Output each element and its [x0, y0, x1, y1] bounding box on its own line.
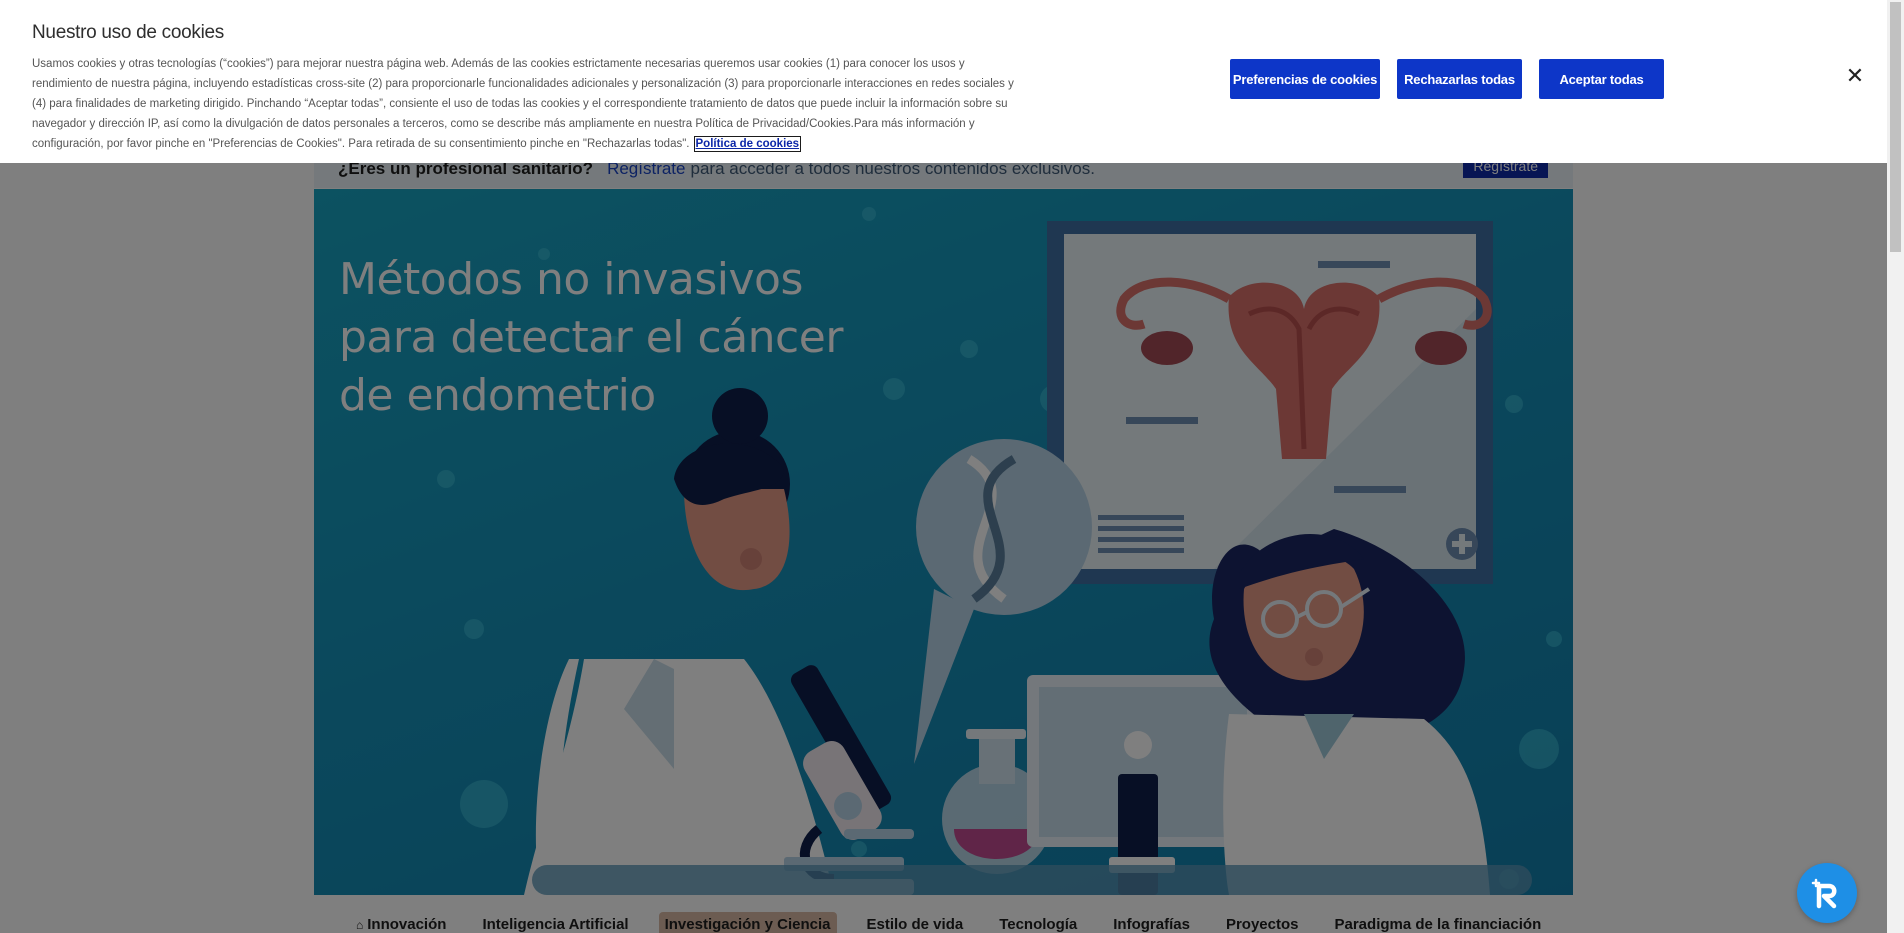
page-scrollbar[interactable]: [1887, 0, 1904, 933]
close-icon[interactable]: ✕: [1843, 63, 1867, 88]
cookie-banner-body: Usamos cookies y otras tecnologías (“coo…: [32, 58, 1014, 150]
cookie-banner-text: Usamos cookies y otras tecnologías (“coo…: [32, 54, 1022, 154]
cookie-preferences-button[interactable]: Preferencias de cookies: [1230, 59, 1380, 99]
cookie-banner-title: Nuestro uso de cookies: [32, 22, 224, 43]
accept-all-button[interactable]: Aceptar todas: [1539, 59, 1664, 99]
accessibility-assistant-button[interactable]: [1797, 863, 1857, 923]
cookie-policy-link[interactable]: Política de cookies: [693, 136, 802, 152]
scrollbar-thumb[interactable]: [1890, 2, 1901, 252]
cookie-banner: Nuestro uso de cookies Usamos cookies y …: [0, 0, 1887, 163]
accessibility-assistant-icon: [1811, 878, 1837, 909]
reject-all-button[interactable]: Rechazarlas todas: [1397, 59, 1522, 99]
